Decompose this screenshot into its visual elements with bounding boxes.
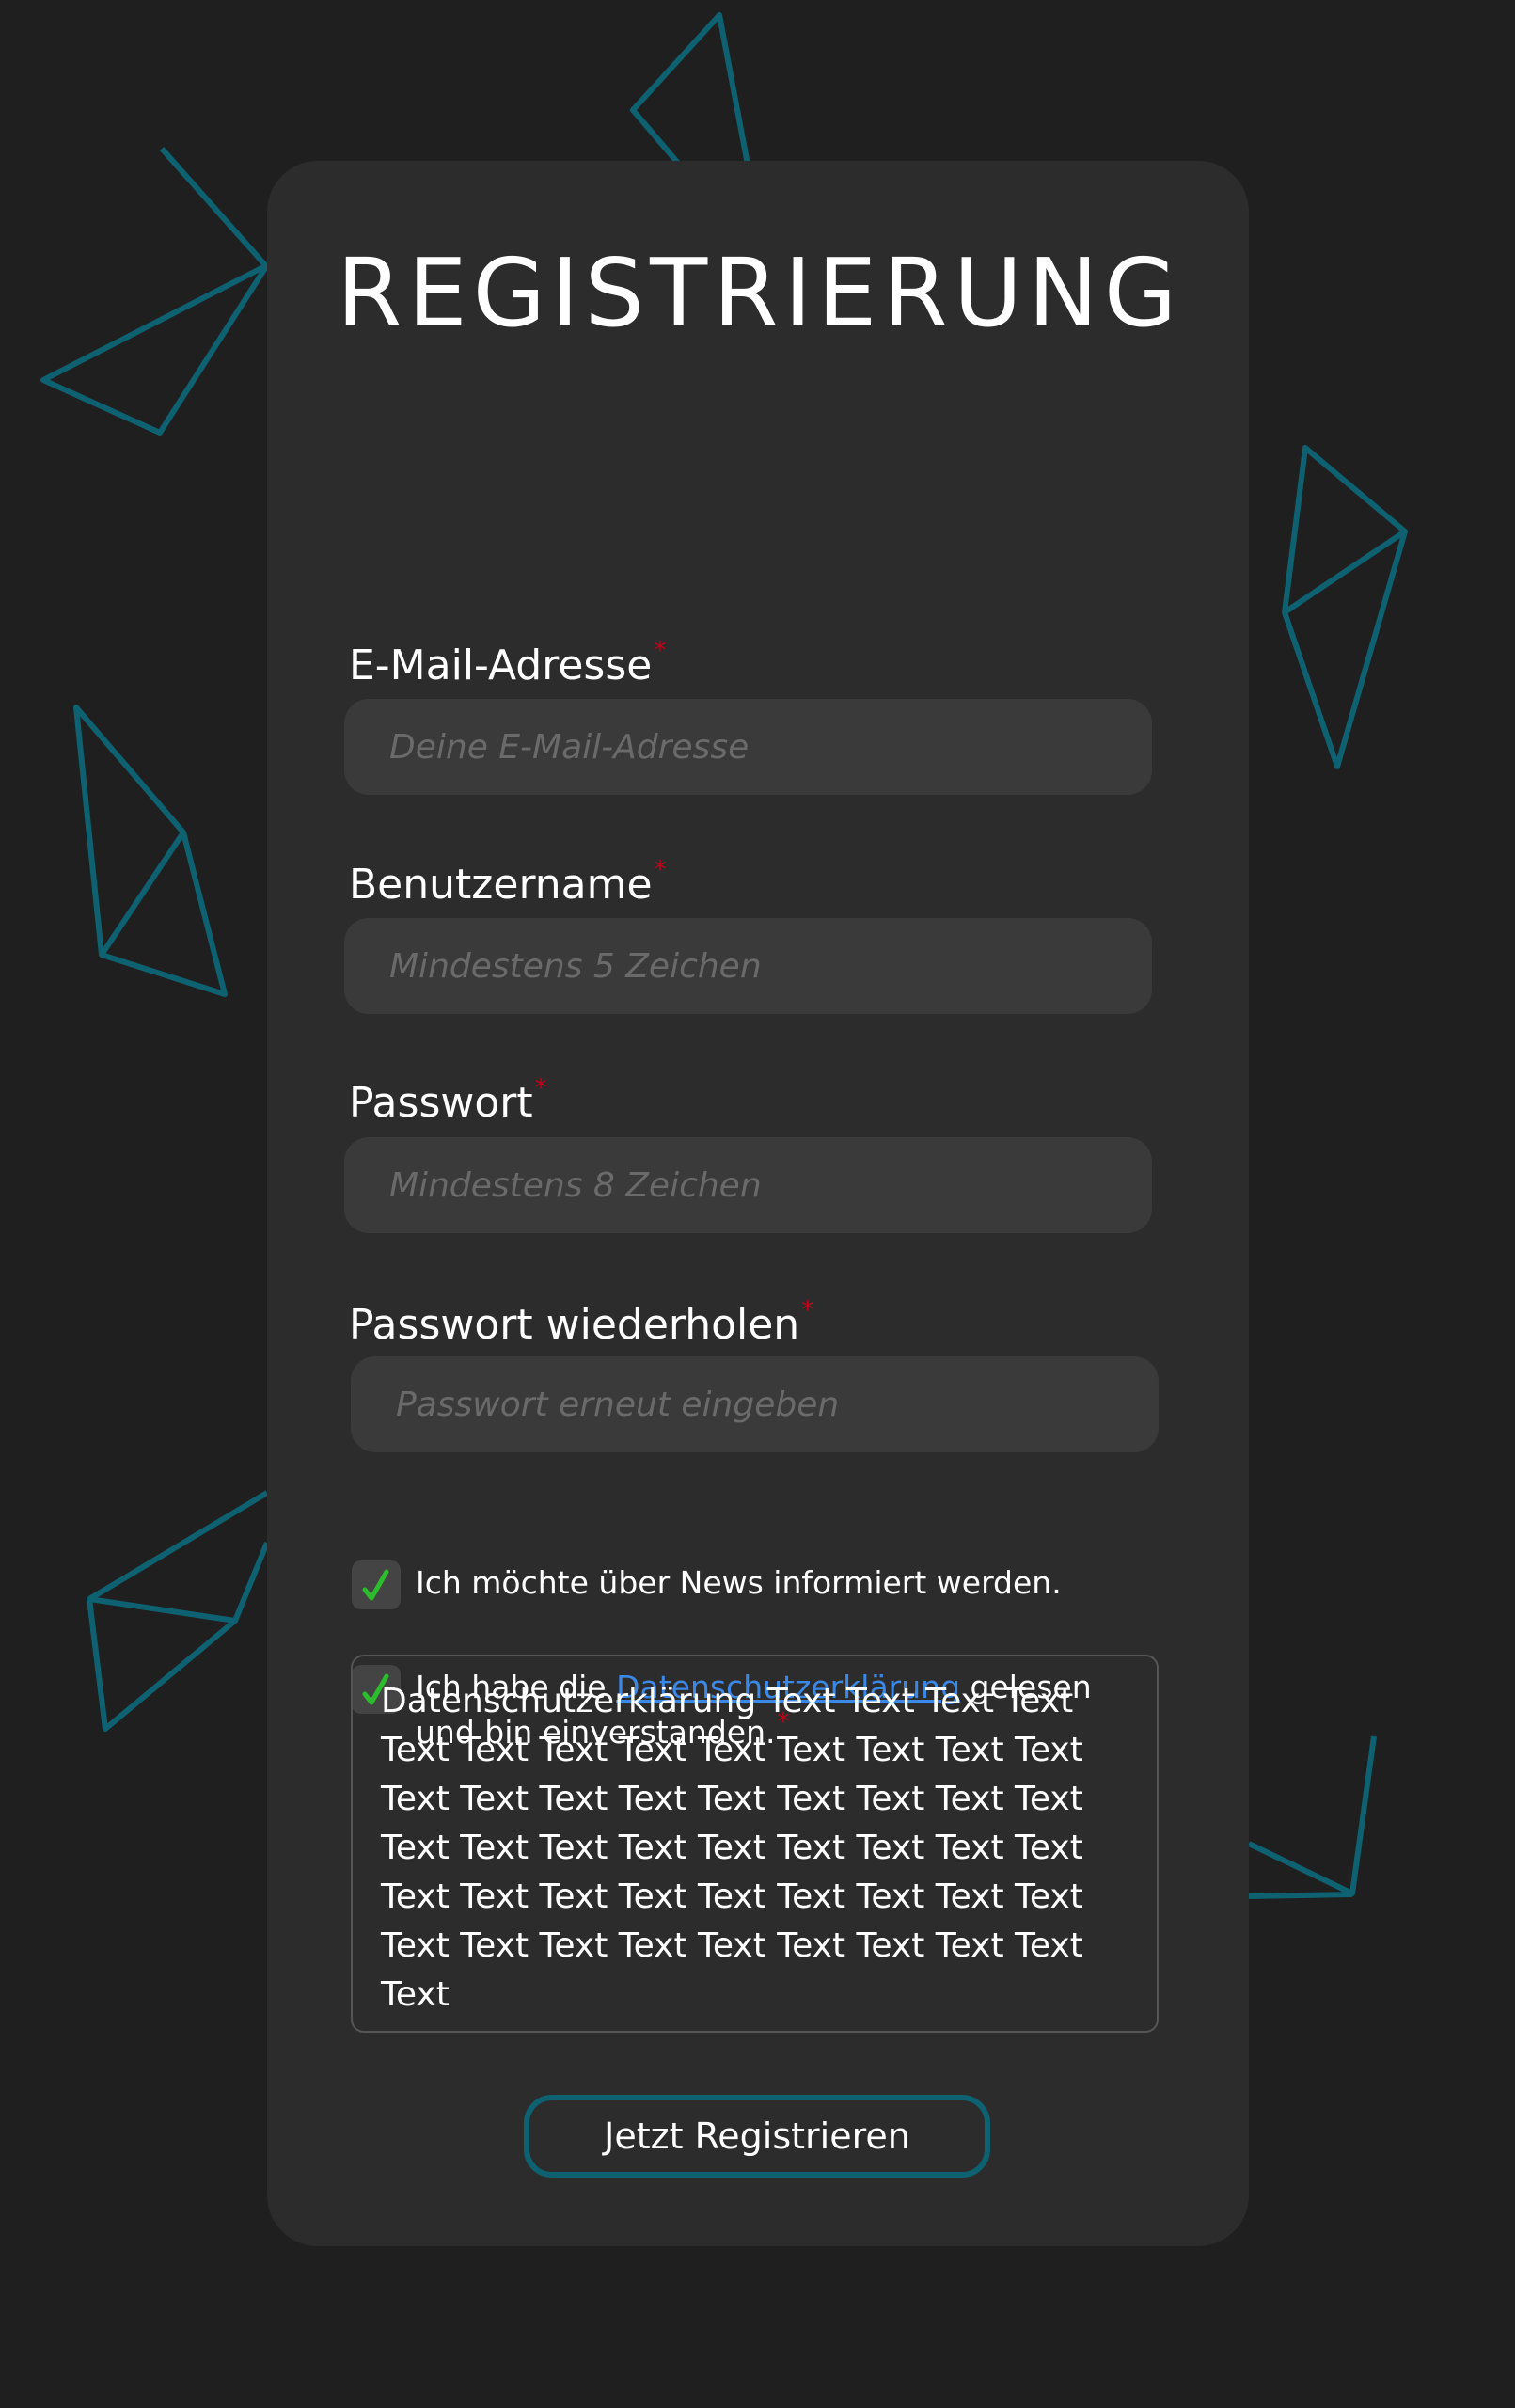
required-marker: * [801, 1296, 814, 1324]
email-label-text: E-Mail-Adresse [349, 642, 653, 689]
page-title: REGISTRIERUNG [337, 238, 1183, 348]
email-input[interactable] [344, 699, 1152, 795]
email-label: E-Mail-Adresse* [349, 639, 666, 689]
username-label: Benutzername* [349, 858, 667, 909]
password-repeat-label-text: Passwort wiederholen [349, 1301, 800, 1349]
required-marker: * [654, 637, 667, 665]
newsletter-label: Ich möchte über News informiert werden. [416, 1564, 1062, 1601]
username-label-text: Benutzername [349, 861, 653, 909]
triangle-left-middle-inner [99, 831, 186, 957]
triangle-left-upper [40, 262, 270, 436]
triangle-right-lower-base [1248, 1892, 1353, 1899]
password-input[interactable] [344, 1137, 1152, 1233]
required-marker: * [654, 856, 667, 884]
password-repeat-label: Passwort wiederholen* [349, 1298, 813, 1346]
newsletter-option[interactable]: Ich möchte über News informiert werden. [352, 1560, 1062, 1609]
password-repeat-input[interactable] [351, 1356, 1159, 1452]
checkmark-icon [362, 1569, 389, 1601]
triangle-left-lower-inner [88, 1596, 236, 1624]
registration-card: REGISTRIERUNG E-Mail-Adresse* Benutzerna… [267, 161, 1249, 2246]
privacy-policy-text: Datenschutzerklärung Text Text Text Text… [381, 1682, 1083, 2014]
privacy-policy-textbox[interactable]: Datenschutzerklärung Text Text Text Text… [351, 1655, 1159, 2033]
triangle-top-center [630, 12, 750, 169]
password-label-text: Passwort [349, 1079, 533, 1127]
register-button[interactable]: Jetzt Registrieren [524, 2095, 990, 2178]
username-input[interactable] [344, 918, 1152, 1014]
required-marker: * [534, 1074, 547, 1102]
triangle-right-lower [1247, 1735, 1377, 1896]
password-label: Passwort* [349, 1076, 547, 1124]
newsletter-checkbox[interactable] [352, 1560, 401, 1609]
triangle-left-middle [73, 705, 228, 997]
registration-page: REGISTRIERUNG E-Mail-Adresse* Benutzerna… [0, 0, 1515, 2408]
triangle-right-upper [1282, 445, 1408, 769]
triangle-top-left [159, 147, 270, 269]
